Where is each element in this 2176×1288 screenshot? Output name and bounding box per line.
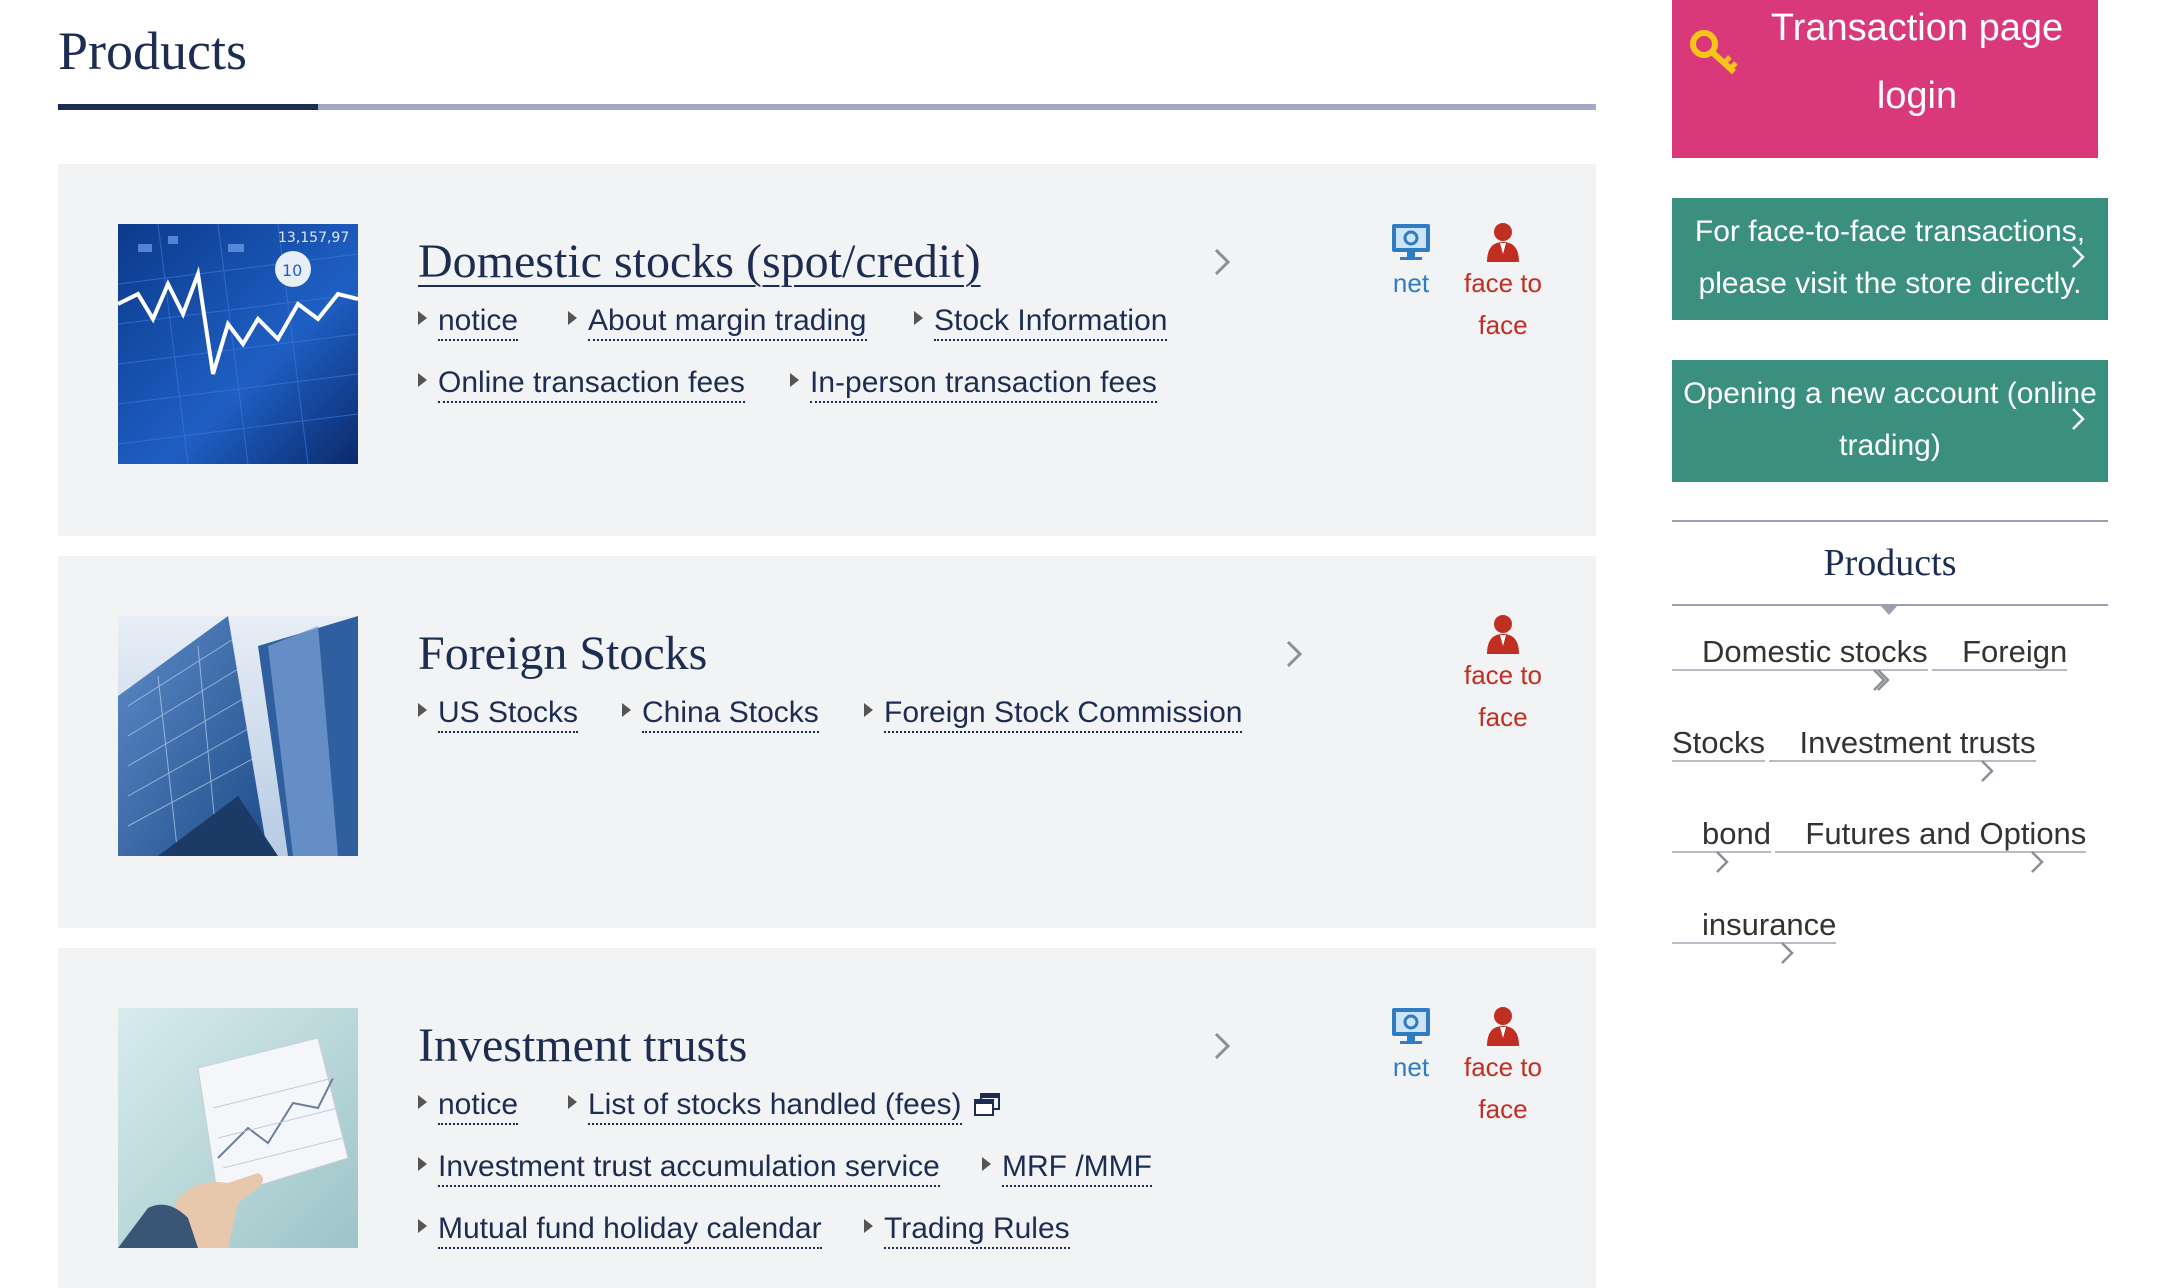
product-card-domestic-stocks: 10 13,157,97 Domestic stocks (spot/credi… <box>58 164 1596 536</box>
title-underline-accent <box>58 104 318 110</box>
link-trading-rules[interactable]: Trading Rules <box>864 1212 1070 1249</box>
title-underline <box>58 104 1596 110</box>
monitor-icon <box>1384 222 1438 262</box>
key-icon <box>1690 30 1742 76</box>
channel-face-label-2: face <box>1478 1094 1528 1124</box>
face-to-face-button[interactable]: For face-to-face transactions, please vi… <box>1672 198 2108 320</box>
channel-face-to-face: face to face <box>1448 614 1558 738</box>
svg-text:10: 10 <box>282 261 302 280</box>
channel-face-label-1: face to <box>1463 268 1543 298</box>
login-label: Transaction page login <box>1770 7 2064 117</box>
person-icon <box>1448 222 1558 262</box>
card-title[interactable]: Foreign Stocks <box>418 626 707 681</box>
triangle-bullet-icon <box>982 1157 991 1172</box>
channel-net-label: net <box>1392 268 1430 298</box>
channel-face-label-1: face to <box>1463 660 1543 690</box>
triangle-bullet-icon <box>418 703 427 718</box>
chevron-right-icon <box>2031 851 2045 873</box>
sidebar-item-insurance[interactable]: insurance <box>1672 907 1837 964</box>
triangle-bullet-icon <box>914 311 923 326</box>
channel-net: net <box>1384 222 1438 304</box>
stock-chart-image: 10 13,157,97 <box>118 224 358 464</box>
products-nav-heading: Products <box>1672 520 2108 615</box>
chevron-right-icon <box>1980 760 1994 782</box>
triangle-bullet-icon <box>790 373 799 388</box>
investment-document-image <box>118 1008 358 1248</box>
transaction-login-button[interactable]: Transaction page login <box>1672 0 2098 158</box>
triangle-bullet-icon <box>418 1157 427 1172</box>
link-mrf-mmf[interactable]: MRF /MMF <box>982 1150 1152 1187</box>
link-online-transaction-fees[interactable]: Online transaction fees <box>418 366 745 403</box>
person-icon <box>1448 614 1558 654</box>
link-investment-trust-accumulation-service[interactable]: Investment trust accumulation service <box>418 1150 940 1187</box>
triangle-bullet-icon <box>418 1095 427 1110</box>
sidebar-item-bond[interactable]: bond <box>1672 816 1771 873</box>
link-notice[interactable]: notice <box>418 1088 519 1125</box>
sidebar-item-futures-and-options[interactable]: Futures and Options <box>1775 816 2087 873</box>
svg-text:13,157,97: 13,157,97 <box>278 230 349 246</box>
channel-face-label-2: face <box>1478 702 1528 732</box>
card-title-link[interactable]: Domestic stocks (spot/credit) <box>418 234 981 289</box>
channel-face-label-2: face <box>1478 310 1528 340</box>
channel-face-to-face: face to face <box>1448 1006 1558 1130</box>
monitor-icon <box>1384 1006 1438 1046</box>
link-about-margin-trading[interactable]: About margin trading <box>568 304 867 341</box>
chevron-right-icon <box>2072 246 2085 268</box>
channel-face-to-face: face to face <box>1448 222 1558 346</box>
card-title[interactable]: Investment trusts <box>418 1018 747 1073</box>
chevron-right-icon <box>1781 942 1795 964</box>
triangle-bullet-icon <box>864 703 873 718</box>
triangle-bullet-icon <box>568 311 577 326</box>
link-china-stocks[interactable]: China Stocks <box>622 696 819 733</box>
link-mutual-fund-holiday-calendar[interactable]: Mutual fund holiday calendar <box>418 1212 822 1249</box>
triangle-bullet-icon <box>568 1095 577 1110</box>
new-account-button[interactable]: Opening a new account (online trading) <box>1672 360 2108 482</box>
chevron-right-icon <box>1877 669 1890 691</box>
page: Products 10 13,157,97 Domestic stocks (s… <box>0 0 2176 1288</box>
link-in-person-transaction-fees[interactable]: In-person transaction fees <box>790 366 1157 403</box>
sidebar-item-domestic-stocks[interactable]: Domestic stocks <box>1672 634 1928 691</box>
product-card-investment-trusts: Investment trusts net face to face notic… <box>58 948 1596 1288</box>
triangle-bullet-icon <box>864 1219 873 1234</box>
link-notice[interactable]: notice <box>418 304 519 341</box>
products-nav: Products Domestic stocks Foreign Stocks … <box>1672 520 2108 970</box>
channel-face-label-1: face to <box>1463 1052 1543 1082</box>
link-list-of-stocks-handled[interactable]: List of stocks handled (fees) <box>568 1088 1000 1125</box>
triangle-bullet-icon <box>418 311 427 326</box>
triangle-bullet-icon <box>418 1219 427 1234</box>
product-card-foreign-stocks: Foreign Stocks face to face US Stocks Ch… <box>58 556 1596 928</box>
triangle-bullet-icon <box>622 703 631 718</box>
caret-down-icon <box>1880 605 1898 615</box>
page-title: Products <box>58 21 247 81</box>
link-us-stocks[interactable]: US Stocks <box>418 696 579 733</box>
chevron-right-icon[interactable] <box>1282 634 1306 674</box>
chevron-right-icon <box>2072 408 2085 430</box>
link-foreign-stock-commission[interactable]: Foreign Stock Commission <box>864 696 1243 733</box>
channel-net-label: net <box>1392 1052 1430 1082</box>
link-stock-information[interactable]: Stock Information <box>914 304 1168 341</box>
chevron-right-icon <box>1716 851 1729 873</box>
sidebar-item-investment-trusts[interactable]: Investment trusts <box>1769 725 2036 782</box>
external-window-icon <box>973 1091 1000 1117</box>
chevron-right-icon[interactable] <box>1210 242 1234 282</box>
person-icon <box>1448 1006 1558 1046</box>
skyscraper-image <box>118 616 358 856</box>
triangle-bullet-icon <box>418 373 427 388</box>
chevron-right-icon[interactable] <box>1210 1026 1234 1066</box>
channel-net: net <box>1384 1006 1438 1088</box>
